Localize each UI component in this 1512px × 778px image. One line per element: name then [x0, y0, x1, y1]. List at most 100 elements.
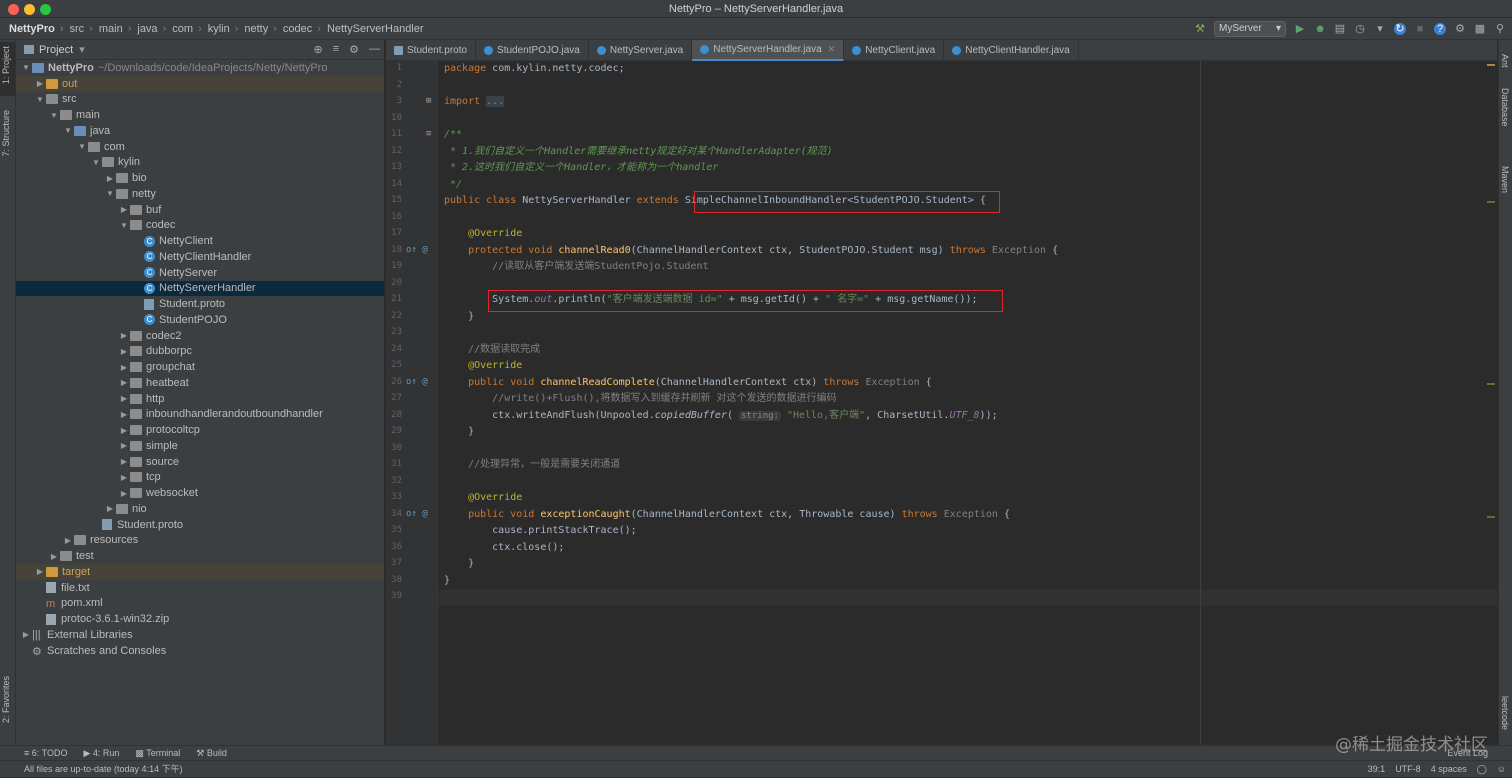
hide-icon[interactable]: — [369, 43, 380, 56]
code-line[interactable]: //write()+Flush(),将数据写入到缓存并刷新 对这个发送的数据进行… [444, 391, 836, 407]
line-number[interactable]: 15 [386, 195, 402, 205]
line-number[interactable]: 30 [386, 443, 402, 453]
code-line[interactable]: ctx.writeAndFlush(Unpooled.copiedBuffer(… [444, 408, 998, 424]
tree-item[interactable]: protoc-3.6.1-win32.zip [16, 611, 384, 627]
expand-right-icon[interactable]: ▶ [118, 426, 130, 435]
todo-tool-tab[interactable]: ≡ 6: TODO [24, 748, 67, 758]
line-number[interactable]: 36 [386, 542, 402, 552]
expand-right-icon[interactable]: ▶ [118, 489, 130, 498]
code-line[interactable]: //读取从客户端发送端StudentPojo.Student [444, 259, 708, 275]
line-number[interactable]: 34 [386, 509, 402, 519]
line-number[interactable]: 38 [386, 575, 402, 585]
expand-right-icon[interactable]: ▶ [118, 410, 130, 419]
line-number[interactable]: 2 [386, 80, 402, 90]
tree-item[interactable]: ▶ out [16, 75, 384, 92]
editor-tab[interactable]: NettyClientHandler.java [944, 40, 1079, 61]
breadcrumb-item[interactable]: NettyPro › [6, 23, 67, 35]
code-line[interactable]: protected void channelRead0(ChannelHandl… [444, 243, 1058, 259]
build-tool-tab[interactable]: ⚒ Build [196, 748, 227, 759]
expand-right-icon[interactable]: ▶ [118, 331, 130, 340]
expand-right-icon[interactable]: ▶ [118, 394, 130, 403]
expand-right-icon[interactable]: ▶ [118, 473, 130, 482]
editor-tab[interactable]: NettyServerHandler.java ✕ [692, 40, 845, 61]
tree-item[interactable]: file.txt [16, 580, 384, 596]
search-everywhere-icon[interactable]: ⚲ [1494, 23, 1506, 35]
project-tool-tab[interactable]: 1: Project [1, 46, 11, 84]
tree-item[interactable]: C StudentPOJO [16, 312, 384, 328]
tree-item[interactable]: ▼ NettyPro ~/Downloads/code/IdeaProjects/N… [16, 60, 384, 76]
code-line[interactable]: } [444, 424, 474, 440]
code-line[interactable]: } [444, 573, 450, 589]
tree-item[interactable]: ▼ kylin [16, 155, 384, 171]
expand-right-icon[interactable]: ▶ [34, 567, 46, 576]
code-line[interactable]: @Override [444, 490, 522, 506]
tree-item[interactable]: ▶ tcp [16, 470, 384, 486]
close-window-button[interactable] [8, 4, 19, 15]
help-icon[interactable]: ? [1434, 23, 1446, 35]
locate-icon[interactable]: ⊕ [313, 43, 322, 56]
breadcrumb-item[interactable]: kylin › [205, 23, 242, 35]
line-number[interactable]: 11 [386, 129, 402, 139]
code-line[interactable]: cause.printStackTrace(); [444, 523, 637, 539]
run-tool-tab[interactable]: ▶ 4: Run [83, 748, 119, 759]
tree-item[interactable]: C NettyClient [16, 233, 384, 249]
inspector-icon[interactable]: ☺ [1497, 761, 1506, 778]
editor-tab[interactable]: NettyClient.java [844, 40, 945, 61]
expand-down-icon[interactable]: ▼ [48, 111, 60, 120]
expand-right-icon[interactable]: ▶ [104, 504, 116, 513]
breadcrumb-item[interactable]: main › [96, 23, 135, 35]
code-line[interactable]: @Override [444, 226, 522, 242]
expand-right-icon[interactable]: ▶ [118, 457, 130, 466]
expand-down-icon[interactable]: ▼ [118, 221, 130, 230]
code-line[interactable]: //处理异常，一般是需要关闭通道 [444, 457, 620, 473]
fold-icon[interactable]: ≡ [426, 129, 431, 139]
code-line[interactable]: * 2.这时我们自定义一个Handler，才能称为一个handler [444, 160, 718, 176]
line-number[interactable]: 17 [386, 228, 402, 238]
line-number[interactable]: 22 [386, 311, 402, 321]
expand-right-icon[interactable]: ▶ [118, 378, 130, 387]
expand-right-icon[interactable]: ▶ [48, 552, 60, 561]
minimize-window-button[interactable] [24, 4, 35, 15]
line-number[interactable]: 10 [386, 113, 402, 123]
stop-icon[interactable]: ■ [1414, 23, 1426, 35]
line-number[interactable]: 19 [386, 261, 402, 271]
ant-tool-tab[interactable]: Ant [1500, 54, 1510, 68]
more-run-icon[interactable]: ▾ [1374, 23, 1386, 35]
terminal-tool-tab[interactable]: ▩ Terminal [135, 748, 180, 759]
tree-item[interactable]: ▼ main [16, 107, 384, 123]
tree-item[interactable]: ▶ simple [16, 438, 384, 454]
tree-item[interactable]: Student.proto [16, 517, 384, 533]
line-number[interactable]: 28 [386, 410, 402, 420]
tree-item[interactable]: ▶ nio [16, 501, 384, 517]
caret-position[interactable]: 39:1 [1368, 761, 1386, 778]
override-marker-icon[interactable]: o↑ @ [406, 245, 428, 255]
leetcode-tool-tab[interactable]: leetcode [1500, 696, 1510, 730]
tree-item[interactable]: ▶ dubborpc [16, 344, 384, 360]
line-number[interactable]: 3 [386, 96, 402, 106]
breadcrumb-item[interactable]: src › [67, 23, 96, 35]
gear-icon[interactable]: ⚙ [349, 43, 359, 56]
tree-item[interactable]: Student.proto [16, 296, 384, 312]
expand-down-icon[interactable]: ▼ [104, 189, 116, 198]
expand-right-icon[interactable]: ▶ [118, 363, 130, 372]
code-line[interactable]: */ [444, 177, 462, 193]
tree-item[interactable]: ▶ inboundhandlerandoutboundhandler [16, 407, 384, 423]
code-line[interactable]: ctx.close(); [444, 540, 564, 556]
breadcrumb-item[interactable]: netty › [241, 23, 280, 35]
lock-icon[interactable]: ◯ [1477, 761, 1487, 778]
breadcrumb-item[interactable]: codec › [280, 23, 324, 35]
fold-icon[interactable]: ⊞ [426, 96, 431, 106]
line-number[interactable]: 21 [386, 294, 402, 304]
code-line[interactable]: public void channelReadComplete(ChannelH… [444, 375, 932, 391]
tree-item[interactable]: ▶ http [16, 391, 384, 407]
code-line[interactable]: } [444, 556, 474, 572]
tree-item[interactable]: ▼ netty [16, 186, 384, 202]
favorites-tool-tab[interactable]: 2: Favorites [1, 676, 11, 723]
breadcrumb-item[interactable]: com › [169, 23, 204, 35]
override-marker-icon[interactable]: o↑ @ [406, 377, 428, 387]
tree-item[interactable]: ▶ test [16, 548, 384, 564]
line-number[interactable]: 20 [386, 278, 402, 288]
tree-item[interactable]: ▼ src [16, 92, 384, 108]
coverage-icon[interactable]: ▤ [1334, 23, 1346, 35]
code-line[interactable]: } [444, 309, 474, 325]
